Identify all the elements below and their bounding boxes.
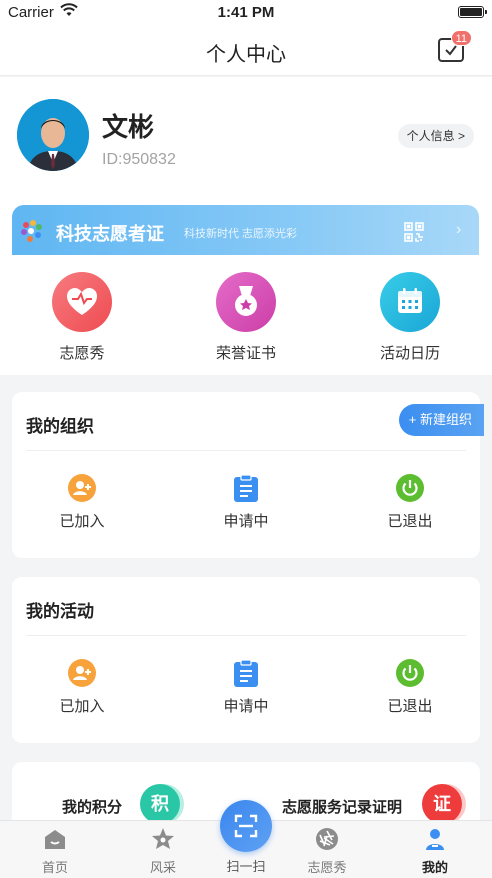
chevron-right-icon: › [456,221,462,238]
user-id: ID:950832 [102,151,176,168]
quick-link-activity-calendar[interactable]: 活动日历 [350,272,470,363]
home-icon [43,827,67,851]
profile-section: 文彬 ID:950832 个人信息 > 科技志愿者证 科技新时代 志愿添光彩 › [0,77,492,259]
org-item-label: 已加入 [59,513,105,530]
battery-icon [458,6,487,18]
tab-volunteer-show[interactable]: 志愿秀 [292,827,362,876]
medal-icon [216,272,276,332]
service-record-link[interactable]: 志愿服务记录证明 [282,796,402,817]
user-icon [423,827,447,851]
activity-joined[interactable]: 已加入 [22,659,142,716]
divider [26,450,466,451]
tab-style[interactable]: 风采 [128,827,198,876]
quick-link-label: 活动日历 [379,345,440,362]
volunteer-logo-icon [18,219,46,250]
points-badge: 积 [140,784,180,824]
my-points-link[interactable]: 我的积分 [62,796,122,817]
certificate-title: 科技志愿者证 [56,224,164,244]
quick-links: 志愿秀 荣誉证书 活动日历 [0,255,492,375]
my-activities-card: 我的活动 已加入 申请中 已退出 [12,577,480,743]
tab-label: 我的 [421,860,448,875]
clipboard-icon [232,474,260,502]
page-title: 个人中心 [206,44,286,66]
org-item-label: 申请中 [223,513,269,530]
clipboard-icon [232,659,260,687]
new-organization-button[interactable]: + 新建组织 [398,404,484,436]
avatar[interactable] [17,99,89,171]
qr-code-icon[interactable] [404,222,424,247]
activity-item-label: 已加入 [59,698,105,715]
power-icon [396,474,424,502]
record-badge: 证 [422,784,462,824]
tab-label: 首页 [41,860,68,875]
quick-link-label: 荣誉证书 [215,345,276,362]
add-user-icon [68,659,96,687]
activity-item-label: 申请中 [223,698,269,715]
certificate-slogan: 科技新时代 志愿添光彩 [184,228,298,240]
tab-label: 风采 [149,860,176,875]
org-applying[interactable]: 申请中 [186,474,306,531]
power-icon [396,659,424,687]
tab-mine[interactable]: 我的 [400,827,470,876]
message-badge: 11 [450,30,472,46]
clock: 1:41 PM [217,4,275,21]
divider [26,635,466,636]
user-name: 文彬 [102,112,155,142]
org-joined[interactable]: 已加入 [22,474,142,531]
section-title: 我的组织 [26,417,94,436]
org-item-label: 已退出 [387,513,433,530]
my-organizations-card: 我的组织 + 新建组织 已加入 申请中 已退出 [12,392,484,558]
org-exited[interactable]: 已退出 [350,474,470,531]
scan-label: 扫一扫 [226,859,266,874]
activity-exited[interactable]: 已退出 [350,659,470,716]
quick-link-volunteer-show[interactable]: 志愿秀 [22,272,142,363]
heart-icon [52,272,112,332]
personal-info-button[interactable]: 个人信息 > [397,124,474,148]
add-user-icon [68,474,96,502]
star-icon [151,827,175,851]
scan-icon [234,814,258,838]
volunteer-certificate-banner[interactable]: 科技志愿者证 科技新时代 志愿添光彩 › [12,205,479,259]
status-bar: Carrier 1:41 PM [0,0,492,26]
quick-link-label: 志愿秀 [59,345,105,362]
activity-item-label: 已退出 [387,698,433,715]
tab-home[interactable]: 首页 [20,827,90,876]
section-title: 我的活动 [26,602,94,621]
quick-link-honor-certificate[interactable]: 荣誉证书 [186,272,306,363]
aperture-icon [315,827,339,851]
calendar-icon [380,272,440,332]
nav-bar: 个人中心 11 [0,26,492,76]
tab-label: 志愿秀 [307,860,347,875]
activity-applying[interactable]: 申请中 [186,659,306,716]
scan-button[interactable] [220,800,272,852]
